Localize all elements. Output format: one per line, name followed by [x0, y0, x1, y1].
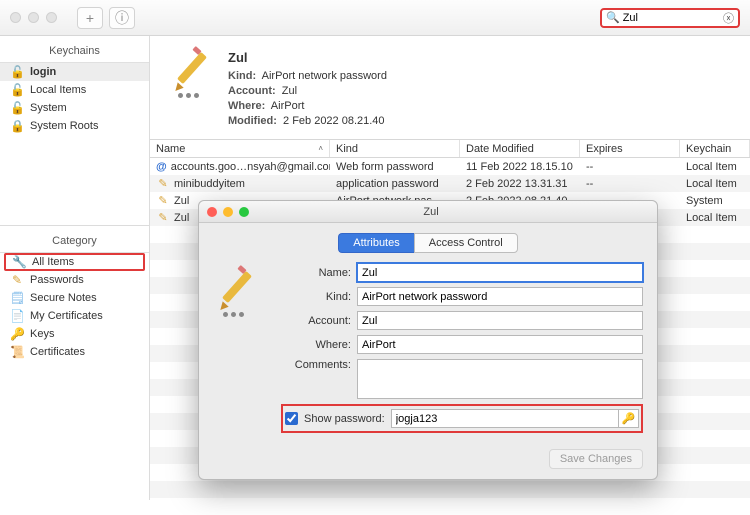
zoom-icon[interactable] — [46, 12, 57, 23]
item-detail-header: Zul Kind: AirPort network password Accou… — [150, 36, 750, 139]
all-items-icon: 🔧 — [12, 255, 26, 269]
attributes-window: Zul Attributes Access Control Name: Kind… — [198, 200, 658, 480]
key-icon: 🔑 — [10, 327, 24, 341]
table-row[interactable]: ✎minibuddyitem application password 2 Fe… — [150, 175, 750, 192]
col-date[interactable]: Date Modified — [460, 140, 580, 157]
keychain-local-items[interactable]: 🔓 Local Items — [0, 81, 149, 99]
where-label: Where: — [281, 339, 351, 351]
key-icon: 🔑 — [622, 412, 636, 425]
col-expires[interactable]: Expires — [580, 140, 680, 157]
table-row — [150, 481, 750, 498]
pencil-icon: ✎ — [156, 194, 170, 207]
search-input[interactable] — [623, 12, 720, 24]
save-changes-button[interactable]: Save Changes — [549, 449, 643, 469]
comments-field[interactable] — [357, 359, 643, 399]
window-titlebar: + ⓘ 🔍 ⓧ — [0, 0, 750, 36]
table-header[interactable]: Name˄ Kind Date Modified Expires Keychai… — [150, 140, 750, 158]
category-passwords[interactable]: ✎ Passwords — [0, 271, 149, 289]
comments-label: Comments: — [281, 359, 351, 371]
category-certificates[interactable]: 📜 Certificates — [0, 343, 149, 361]
table-row[interactable]: @accounts.goo…nsyah@gmail.com) Web form … — [150, 158, 750, 175]
close-icon[interactable] — [10, 12, 21, 23]
table-row — [150, 498, 750, 515]
where-field[interactable] — [357, 335, 643, 354]
pencil-icon: ✎ — [10, 273, 24, 287]
account-field[interactable] — [357, 311, 643, 330]
account-label: Account: — [281, 315, 351, 327]
pencil-icon — [168, 50, 212, 94]
category-secure-notes[interactable]: 🗒 Secure Notes — [0, 289, 149, 307]
search-field[interactable]: 🔍 ⓧ — [600, 8, 740, 28]
sort-asc-icon: ˄ — [318, 144, 323, 153]
kind-field[interactable] — [357, 287, 643, 306]
add-button[interactable]: + — [77, 7, 103, 29]
unlocked-icon: 🔓 — [10, 65, 24, 79]
kind-label: Kind: — [281, 291, 351, 303]
at-icon: @ — [156, 161, 167, 173]
keychain-system-roots[interactable]: 🔒 System Roots — [0, 117, 149, 135]
certificate-icon: 📜 — [10, 345, 24, 359]
pencil-icon: ✎ — [156, 177, 170, 190]
name-label: Name: — [281, 267, 351, 279]
modal-titlebar[interactable]: Zul — [199, 201, 657, 223]
pencil-icon — [213, 269, 257, 313]
keychain-system[interactable]: 🔓 System — [0, 99, 149, 117]
password-key-button[interactable]: 🔑 — [619, 409, 639, 428]
category-heading: Category — [0, 232, 149, 253]
col-name[interactable]: Name˄ — [150, 140, 330, 157]
modal-title: Zul — [213, 206, 649, 218]
certificate-icon: 📄 — [10, 309, 24, 323]
category-all-items[interactable]: 🔧 All Items — [4, 253, 145, 271]
col-kind[interactable]: Kind — [330, 140, 460, 157]
unlocked-icon: 🔓 — [10, 101, 24, 115]
name-field[interactable] — [357, 263, 643, 282]
search-icon: 🔍 — [606, 11, 620, 24]
tab-attributes[interactable]: Attributes — [338, 233, 413, 253]
show-password-checkbox[interactable] — [285, 412, 298, 425]
info-button[interactable]: ⓘ — [109, 7, 135, 29]
pencil-icon: ✎ — [156, 211, 170, 224]
sidebar: Keychains 🔓 login 🔓 Local Items 🔓 System… — [0, 36, 150, 500]
item-title: Zul — [228, 50, 387, 65]
locked-icon: 🔒 — [10, 119, 24, 133]
window-traffic-lights[interactable] — [10, 12, 57, 23]
keychain-login[interactable]: 🔓 login — [0, 63, 149, 81]
show-password-section: Show password: 🔑 — [281, 404, 643, 433]
unlocked-icon: 🔓 — [10, 83, 24, 97]
category-my-certificates[interactable]: 📄 My Certificates — [0, 307, 149, 325]
show-password-label: Show password: — [304, 413, 385, 425]
password-field[interactable] — [391, 409, 619, 428]
col-keychain[interactable]: Keychain — [680, 140, 750, 157]
category-keys[interactable]: 🔑 Keys — [0, 325, 149, 343]
tab-access-control[interactable]: Access Control — [414, 233, 518, 253]
tab-bar: Attributes Access Control — [199, 233, 657, 253]
attributes-form: Name: Kind: Account: Where: Comments: — [281, 263, 643, 441]
keychains-heading: Keychains — [0, 42, 149, 63]
minimize-icon[interactable] — [28, 12, 39, 23]
clear-search-icon[interactable]: ⓧ — [723, 10, 734, 26]
note-icon: 🗒 — [10, 291, 24, 305]
